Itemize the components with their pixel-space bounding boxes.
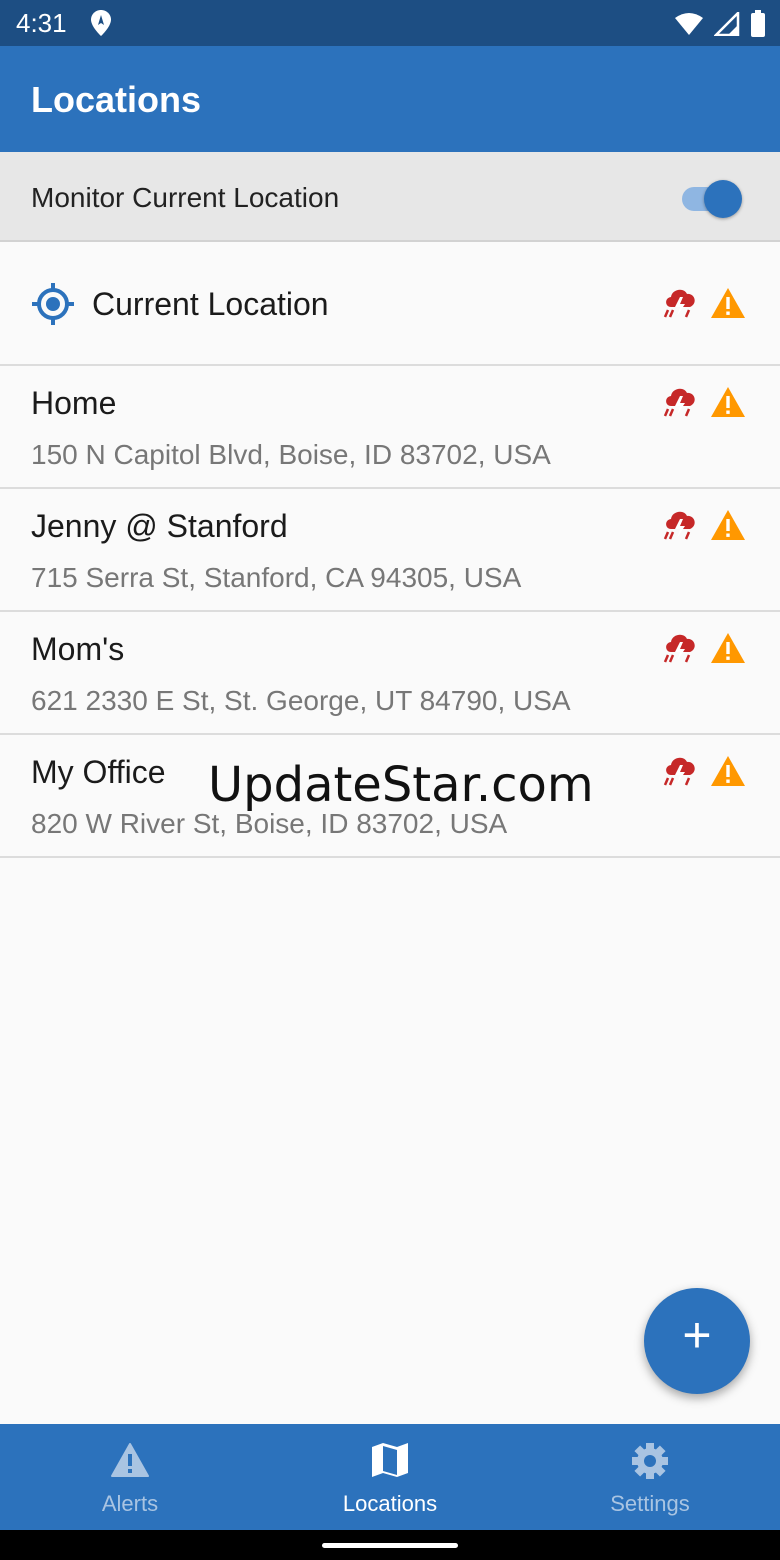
warning-icon — [710, 509, 746, 546]
list-item-location[interactable]: Home 150 N Capitol Blvd, Boise, ID 83702… — [0, 366, 780, 489]
list-item-location[interactable]: Jenny @ Stanford 715 Serra St, Stanford,… — [0, 489, 780, 612]
nav-tab-alerts[interactable]: Alerts — [0, 1424, 260, 1530]
monitor-current-location-row[interactable]: Monitor Current Location — [0, 152, 780, 242]
gps-target-icon — [31, 282, 75, 331]
nav-tab-settings[interactable]: Settings — [520, 1424, 780, 1530]
location-address: 715 Serra St, Stanford, CA 94305, USA — [31, 562, 522, 593]
cell-signal-icon — [712, 9, 740, 41]
alert-triangle-icon — [110, 1442, 150, 1483]
storm-icon — [662, 286, 698, 325]
status-time: 4:31 — [16, 8, 67, 38]
storm-icon — [662, 385, 698, 424]
list-item-current-location[interactable]: Current Location — [0, 242, 780, 366]
nav-label-settings: Settings — [610, 1491, 690, 1516]
toggle-thumb — [704, 180, 742, 218]
nav-label-locations: Locations — [342, 1491, 438, 1516]
wifi-icon — [674, 12, 704, 41]
location-name: My Office — [31, 754, 166, 790]
plus-icon: + — [682, 1307, 712, 1363]
location-address: 621 2330 E St, St. George, UT 84790, USA — [31, 685, 571, 716]
system-navigation-bar — [0, 1530, 780, 1560]
storm-icon — [662, 631, 698, 670]
storm-icon — [662, 508, 698, 547]
warning-icon — [710, 287, 746, 324]
warning-icon — [710, 632, 746, 669]
location-name: Home — [31, 385, 117, 421]
location-pin-icon — [90, 9, 112, 42]
storm-icon — [662, 754, 698, 793]
add-location-button[interactable]: + — [644, 1288, 750, 1394]
battery-icon — [750, 10, 766, 43]
bottom-nav: Alerts Locations Settings — [0, 1424, 780, 1530]
status-bar: 4:31 — [0, 0, 780, 46]
map-icon — [371, 1442, 409, 1483]
current-location-label: Current Location — [92, 286, 329, 322]
nav-tab-locations[interactable]: Locations — [260, 1424, 520, 1530]
list-item-location[interactable]: Mom's 621 2330 E St, St. George, UT 8479… — [0, 612, 780, 735]
app-bar: Locations — [0, 46, 780, 152]
location-name: Mom's — [31, 631, 125, 667]
nav-label-alerts: Alerts — [101, 1491, 159, 1516]
warning-icon — [710, 755, 746, 792]
page-title: Locations — [31, 79, 202, 120]
watermark: UpdateStar.com — [208, 757, 594, 813]
warning-icon — [710, 386, 746, 423]
monitor-location-toggle[interactable] — [680, 180, 744, 218]
gear-icon — [631, 1442, 669, 1485]
monitor-current-location-label: Monitor Current Location — [31, 182, 340, 213]
location-name: Jenny @ Stanford — [31, 508, 288, 544]
location-address: 150 N Capitol Blvd, Boise, ID 83702, USA — [31, 439, 551, 470]
gesture-handle[interactable] — [322, 1543, 458, 1548]
